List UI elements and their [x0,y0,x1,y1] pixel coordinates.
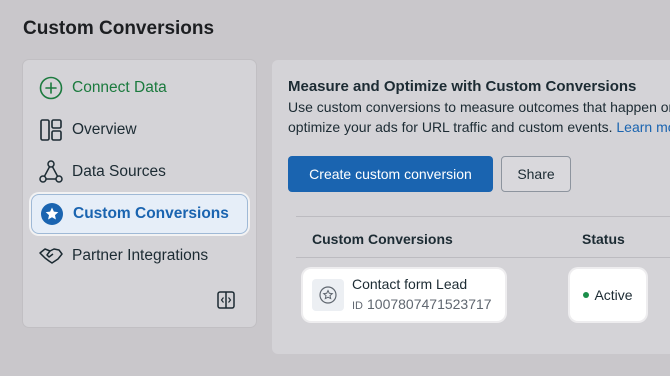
sidebar-item-connect-data[interactable]: Connect Data [31,68,248,108]
sidebar-item-data-sources[interactable]: Data Sources [31,152,248,192]
status-text: Active [594,287,633,303]
description-line-1: Use custom conversions to measure outcom… [288,99,670,115]
column-header-name: Custom Conversions [312,231,453,247]
section-heading: Measure and Optimize with Custom Convers… [288,78,637,95]
sidebar-item-label: Partner Integrations [72,247,209,264]
conversions-table: Custom Conversions Status Contact form L… [296,216,670,336]
plus-circle-icon [38,75,64,101]
column-header-status: Status [582,231,625,247]
sidebar-item-partner-integrations[interactable]: Partner Integrations [31,236,248,276]
panel-collapse-icon [217,290,235,314]
data-sources-icon [38,159,64,185]
main-panel: Measure and Optimize with Custom Convers… [272,60,670,354]
conversion-name: Contact form Lead [352,276,468,292]
sidebar-item-label: Data Sources [72,163,166,180]
section-description: Use custom conversions to measure outcom… [288,97,670,137]
description-line-2: optimize your ads for URL traffic and cu… [288,117,670,137]
sidebar-item-custom-conversions[interactable]: Custom Conversions [31,194,248,234]
sidebar: Connect Data Overview Data Sources Custo… [23,60,256,327]
learn-more-link[interactable]: Learn more [616,119,670,135]
status-dot-icon [583,292,590,298]
conversion-name-cell[interactable]: Contact form Lead ID 1007807471523717 [303,269,505,321]
conversion-id: ID 1007807471523717 [352,296,492,312]
sidebar-item-label: Custom Conversions [73,205,229,222]
sidebar-item-label: Overview [72,121,137,138]
collapse-sidebar-button[interactable] [216,290,236,314]
page-title: Custom Conversions [23,18,215,39]
share-button[interactable]: Share [501,156,571,192]
overview-icon [38,117,64,143]
divider [296,257,670,258]
sidebar-item-label: Connect Data [72,79,167,96]
star-icon [312,279,344,311]
sidebar-item-overview[interactable]: Overview [31,110,248,150]
handshake-icon [38,243,64,269]
star-badge-icon [39,201,65,227]
create-custom-conversion-button[interactable]: Create custom conversion [288,156,493,192]
status-badge: Active [570,269,646,321]
